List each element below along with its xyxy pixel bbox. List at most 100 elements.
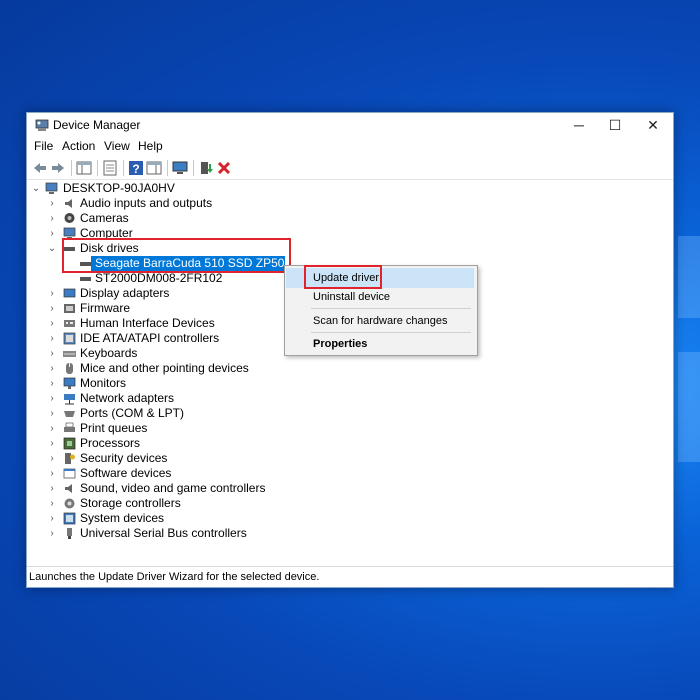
properties-menu-item[interactable]: Properties <box>286 334 474 354</box>
speaker-icon <box>65 199 72 208</box>
chevron-right-icon[interactable]: › <box>47 316 57 331</box>
uninstall-device-menu-item[interactable]: Uninstall device <box>286 287 474 307</box>
chevron-right-icon[interactable]: › <box>47 226 57 241</box>
toolbar: ? <box>27 157 673 180</box>
title-bar[interactable]: Device Manager ─ ☐ ✕ <box>27 113 673 137</box>
status-text: Launches the Update Driver Wizard for th… <box>29 571 320 583</box>
tree-item-label: Software devices <box>80 466 172 480</box>
chevron-right-icon[interactable]: › <box>47 481 57 496</box>
chevron-right-icon[interactable]: › <box>47 376 57 391</box>
toolbar-separator <box>193 160 194 176</box>
chevron-right-icon[interactable]: › <box>47 196 57 211</box>
device-tree: ⌄ DESKTOP-90JA0HV › Audio inputs and out… <box>27 181 673 565</box>
show-hide-console-tree-icon[interactable] <box>75 159 93 177</box>
menu-separator <box>311 308 471 309</box>
system-device-icon <box>63 512 76 525</box>
menu-view[interactable]: View <box>104 139 130 153</box>
chevron-right-icon[interactable]: › <box>47 331 57 346</box>
menu-file[interactable]: File <box>34 139 53 153</box>
usb-icon <box>67 528 72 539</box>
menu-action[interactable]: Action <box>62 139 95 153</box>
security-device-icon <box>65 453 75 464</box>
tree-item-label: Mice and other pointing devices <box>80 361 249 375</box>
desktop-light-beam <box>678 352 700 462</box>
chevron-right-icon[interactable]: › <box>47 406 57 421</box>
tree-item-label: Firmware <box>80 301 130 315</box>
tree-item-label: Print queues <box>80 421 148 435</box>
maximize-button[interactable]: ☐ <box>597 113 633 137</box>
scan-hardware-menu-item[interactable]: Scan for hardware changes <box>286 311 474 331</box>
toolbar-separator <box>71 160 72 176</box>
svg-text:?: ? <box>132 162 139 176</box>
toolbar-separator <box>123 160 124 176</box>
chevron-right-icon[interactable]: › <box>47 466 57 481</box>
chevron-down-icon[interactable]: ⌄ <box>47 241 57 256</box>
add-driver-icon[interactable] <box>197 159 215 177</box>
chevron-right-icon[interactable]: › <box>47 496 57 511</box>
back-arrow-icon[interactable] <box>31 159 49 177</box>
computer-icon <box>45 182 58 194</box>
action-pane-icon[interactable] <box>145 159 163 177</box>
tree-item-label: Display adapters <box>80 286 170 300</box>
tree-item-label: Sound, video and game controllers <box>80 481 266 495</box>
update-driver-highlight-box <box>304 265 382 289</box>
display-adapter-icon <box>63 288 76 298</box>
storage-controller-icon <box>64 498 75 509</box>
chevron-right-icon[interactable]: › <box>47 211 57 226</box>
forward-arrow-icon[interactable] <box>49 159 67 177</box>
chevron-right-icon[interactable]: › <box>47 361 57 376</box>
close-button[interactable]: ✕ <box>635 113 671 137</box>
mouse-icon <box>66 363 73 374</box>
chevron-right-icon[interactable]: › <box>47 301 57 316</box>
chevron-right-icon[interactable]: › <box>47 451 57 466</box>
tree-item-label: Security devices <box>80 451 168 465</box>
tree-item-label: Ports (COM & LPT) <box>80 406 185 420</box>
chevron-down-icon[interactable]: ⌄ <box>31 181 41 196</box>
disk-drives-highlight-box <box>62 238 291 273</box>
root-label: DESKTOP-90JA0HV <box>63 181 175 195</box>
chevron-right-icon[interactable]: › <box>47 391 57 406</box>
tree-item-label: Audio inputs and outputs <box>80 196 213 210</box>
tree-item-label: Universal Serial Bus controllers <box>80 526 247 540</box>
desktop-light-beam <box>678 236 700 318</box>
disk-drive-icon <box>80 277 91 281</box>
menu-separator <box>311 332 471 333</box>
tree-item-label: System devices <box>80 511 165 525</box>
firmware-icon <box>64 304 75 313</box>
tree-item-label: Human Interface Devices <box>80 316 215 330</box>
uninstall-x-icon[interactable] <box>215 159 233 177</box>
processor-icon <box>63 437 76 450</box>
network-adapter-icon <box>64 394 75 405</box>
keyboard-icon <box>63 351 76 357</box>
sound-controller-icon <box>65 484 72 493</box>
chevron-right-icon[interactable]: › <box>47 511 57 526</box>
tree-item-label: Storage controllers <box>80 496 181 510</box>
help-icon[interactable]: ? <box>127 159 145 177</box>
menu-item-label: Scan for hardware changes <box>313 315 448 327</box>
printer-icon <box>64 422 75 432</box>
chevron-right-icon[interactable]: › <box>47 346 57 361</box>
status-bar: Launches the Update Driver Wizard for th… <box>27 566 673 587</box>
tree-item-label: Network adapters <box>80 391 175 405</box>
chevron-right-icon[interactable]: › <box>47 526 57 541</box>
tree-item-label: Monitors <box>80 376 127 390</box>
hid-icon <box>64 320 75 327</box>
ports-icon <box>64 411 75 417</box>
software-device-icon <box>63 468 76 479</box>
tree-item-label: Cameras <box>80 211 129 225</box>
tree-item-label: IDE ATA/ATAPI controllers <box>80 331 220 345</box>
chevron-right-icon[interactable]: › <box>47 421 57 436</box>
menu-item-label: Properties <box>313 338 368 350</box>
properties-icon[interactable] <box>101 159 119 177</box>
tree-item-label: ST2000DM008-2FR102 <box>95 271 223 285</box>
monitor-scan-icon[interactable] <box>171 159 189 177</box>
chevron-right-icon[interactable]: › <box>47 286 57 301</box>
camera-icon <box>64 213 75 223</box>
window-title: Device Manager <box>53 118 141 132</box>
menu-help[interactable]: Help <box>138 139 163 153</box>
chevron-right-icon[interactable]: › <box>47 436 57 451</box>
menu-bar: File Action View Help <box>27 138 673 156</box>
minimize-button[interactable]: ─ <box>561 113 597 137</box>
tree-item-label: Processors <box>80 436 141 450</box>
menu-item-label: Uninstall device <box>313 291 391 303</box>
